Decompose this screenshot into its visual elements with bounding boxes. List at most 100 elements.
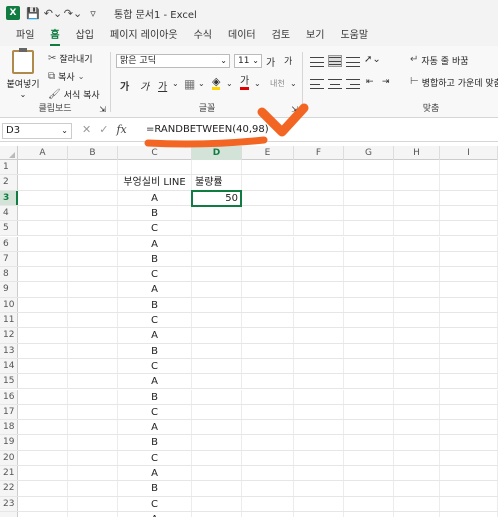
column-header-h[interactable]: H bbox=[394, 146, 440, 160]
cell-d[interactable] bbox=[192, 267, 242, 282]
cell-h[interactable] bbox=[394, 282, 440, 297]
cell-h[interactable] bbox=[394, 358, 440, 374]
cell-b[interactable] bbox=[68, 435, 118, 450]
dialog-launcher-icon[interactable]: ⇲ bbox=[99, 105, 106, 114]
cell-i[interactable] bbox=[440, 328, 498, 343]
cell-e[interactable] bbox=[242, 297, 294, 312]
cell-f[interactable] bbox=[294, 420, 344, 435]
cell-h[interactable] bbox=[394, 450, 440, 465]
copy-button[interactable]: ⧉ 복사 ⌄ bbox=[48, 70, 84, 83]
chevron-down-icon[interactable]: ⌄ bbox=[254, 79, 261, 88]
cell-g[interactable] bbox=[344, 175, 394, 190]
cell-d[interactable] bbox=[192, 435, 242, 450]
cell-b[interactable] bbox=[68, 374, 118, 389]
fill-color-icon[interactable]: ◈ bbox=[212, 76, 221, 90]
cell-c[interactable]: C bbox=[118, 404, 192, 420]
cell-a[interactable] bbox=[18, 328, 68, 343]
cell-f[interactable] bbox=[294, 404, 344, 420]
cell-g[interactable] bbox=[344, 420, 394, 435]
merge-center-button[interactable]: ⊢ 병합하고 가운데 맞춤 bbox=[410, 76, 498, 89]
row-header[interactable]: 13 bbox=[0, 343, 18, 358]
cell-i[interactable] bbox=[440, 374, 498, 389]
cell-g[interactable] bbox=[344, 358, 394, 374]
name-box[interactable]: D3 ⌄ bbox=[2, 123, 72, 139]
cell-i[interactable] bbox=[440, 221, 498, 236]
cell-c[interactable]: A bbox=[118, 236, 192, 251]
tab-2[interactable]: 삽입 bbox=[68, 26, 102, 46]
cell-f[interactable] bbox=[294, 358, 344, 374]
cell-g[interactable] bbox=[344, 282, 394, 297]
font-name-select[interactable]: 맑은 고딕 ⌄ bbox=[116, 54, 230, 68]
cell-a[interactable] bbox=[18, 297, 68, 312]
tab-3[interactable]: 페이지 레이아웃 bbox=[102, 26, 186, 46]
cut-button[interactable]: ✂ 잘라내기 bbox=[48, 52, 93, 65]
font-color-button[interactable]: 가 bbox=[240, 76, 250, 90]
cell-b[interactable] bbox=[68, 160, 118, 175]
cell-a[interactable] bbox=[18, 404, 68, 420]
cell-d[interactable] bbox=[192, 205, 242, 221]
cell-d[interactable] bbox=[192, 404, 242, 420]
cell-g[interactable] bbox=[344, 404, 394, 420]
cell-c[interactable]: C bbox=[118, 496, 192, 511]
cell-c[interactable]: C bbox=[118, 313, 192, 328]
column-header-d[interactable]: D bbox=[192, 146, 242, 160]
cell-b[interactable] bbox=[68, 511, 118, 517]
cell-e[interactable] bbox=[242, 404, 294, 420]
cell-f[interactable] bbox=[294, 496, 344, 511]
cancel-icon[interactable]: ✕ bbox=[82, 123, 91, 136]
cell-a[interactable] bbox=[18, 374, 68, 389]
tab-5[interactable]: 데이터 bbox=[220, 26, 264, 46]
chevron-down-icon[interactable]: ⌄ bbox=[226, 79, 233, 88]
cell-b[interactable] bbox=[68, 404, 118, 420]
cell-d[interactable] bbox=[192, 481, 242, 496]
align-center-button[interactable] bbox=[328, 78, 342, 90]
cell-e[interactable] bbox=[242, 374, 294, 389]
cell-h[interactable] bbox=[394, 435, 440, 450]
row-header[interactable]: 8 bbox=[0, 267, 18, 282]
row-header[interactable]: 18 bbox=[0, 420, 18, 435]
cell-i[interactable] bbox=[440, 267, 498, 282]
customize-toolbar-icon[interactable]: ▿ bbox=[86, 6, 100, 20]
row-header[interactable]: 12 bbox=[0, 328, 18, 343]
cell-g[interactable] bbox=[344, 389, 394, 404]
cell-f[interactable] bbox=[294, 466, 344, 481]
cell-g[interactable] bbox=[344, 236, 394, 251]
row-header[interactable] bbox=[0, 511, 18, 517]
cell-c[interactable]: A bbox=[118, 328, 192, 343]
cell-h[interactable] bbox=[394, 343, 440, 358]
row-header[interactable]: 22 bbox=[0, 481, 18, 496]
cell-f[interactable] bbox=[294, 251, 344, 267]
cell-h[interactable] bbox=[394, 420, 440, 435]
cell-d[interactable] bbox=[192, 343, 242, 358]
cell-c[interactable]: C bbox=[118, 450, 192, 465]
cell-h[interactable] bbox=[394, 205, 440, 221]
cell-e[interactable] bbox=[242, 205, 294, 221]
cell-b[interactable] bbox=[68, 221, 118, 236]
cell-c[interactable]: B bbox=[118, 251, 192, 267]
cell-i[interactable] bbox=[440, 313, 498, 328]
cell-b[interactable] bbox=[68, 481, 118, 496]
format-painter-button[interactable]: 🖌 서식 복사 bbox=[48, 88, 100, 101]
chevron-down-icon[interactable]: ⌄ bbox=[290, 79, 297, 88]
cell-g[interactable] bbox=[344, 496, 394, 511]
cell-f[interactable] bbox=[294, 450, 344, 465]
column-header-i[interactable]: I bbox=[440, 146, 498, 160]
cell-a[interactable] bbox=[18, 450, 68, 465]
cell-a[interactable] bbox=[18, 343, 68, 358]
cell-g[interactable] bbox=[344, 221, 394, 236]
bold-button[interactable]: 가 bbox=[120, 78, 129, 93]
cell-c[interactable]: B bbox=[118, 435, 192, 450]
tab-7[interactable]: 보기 bbox=[298, 26, 332, 46]
cell-i[interactable] bbox=[440, 175, 498, 190]
cell-a[interactable] bbox=[18, 267, 68, 282]
cell-h[interactable] bbox=[394, 404, 440, 420]
cell-d[interactable]: 불량률 bbox=[192, 175, 242, 190]
cell-e[interactable] bbox=[242, 328, 294, 343]
cell-e[interactable] bbox=[242, 389, 294, 404]
cell-a[interactable] bbox=[18, 496, 68, 511]
cell-i[interactable] bbox=[440, 160, 498, 175]
cell-e[interactable] bbox=[242, 175, 294, 190]
cell-h[interactable] bbox=[394, 481, 440, 496]
cell-a[interactable] bbox=[18, 160, 68, 175]
cell-i[interactable] bbox=[440, 282, 498, 297]
